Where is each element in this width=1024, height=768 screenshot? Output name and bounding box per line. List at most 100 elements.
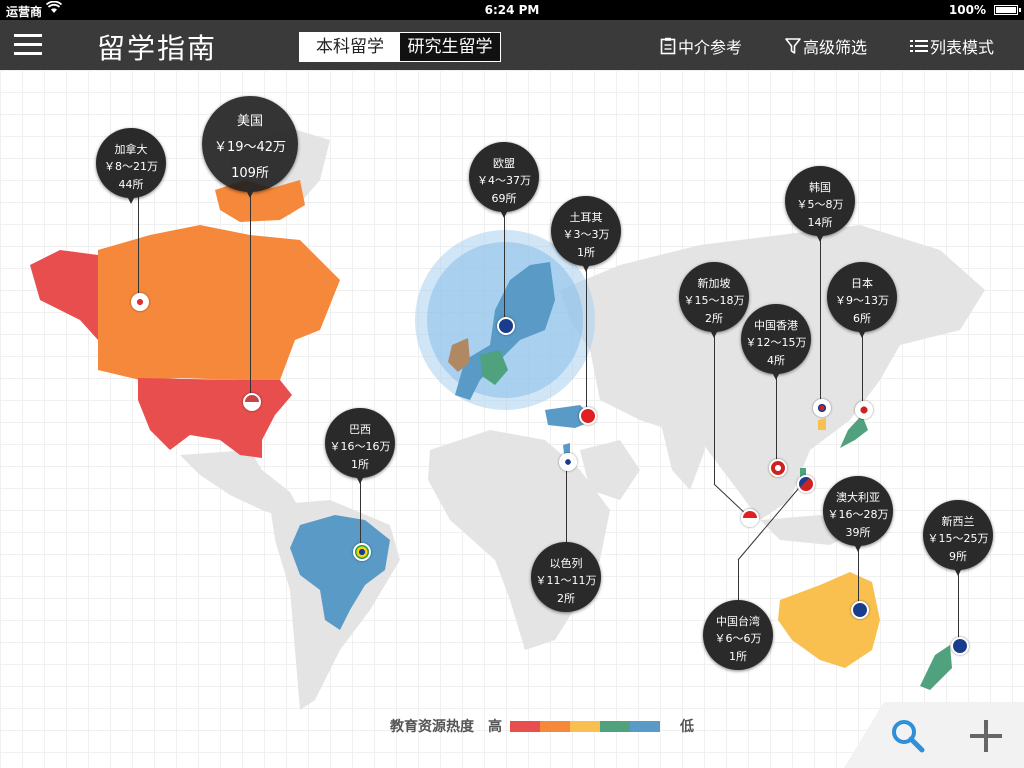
country-name: 巴西 bbox=[349, 423, 371, 436]
legend-swatch-1 bbox=[510, 720, 540, 732]
map-controls bbox=[844, 702, 1024, 768]
pin-tail bbox=[244, 186, 256, 198]
clock: 6:24 PM bbox=[484, 3, 540, 17]
school-count: 109所 bbox=[231, 166, 269, 181]
legend-low-label: 低 bbox=[680, 719, 694, 735]
tab-undergraduate[interactable]: 本科留学 bbox=[300, 33, 400, 61]
pin-canada[interactable]: 加拿大 ￥8～21万 44所 bbox=[96, 128, 166, 216]
search-icon[interactable] bbox=[890, 718, 926, 758]
pin-taiwan[interactable]: 中国台湾 ￥6～6万 1所 bbox=[703, 600, 773, 688]
canada-flag-icon[interactable] bbox=[131, 293, 149, 311]
price-range: ￥16～28万 bbox=[827, 508, 889, 521]
price-range: ￥8～21万 bbox=[104, 160, 158, 173]
pin-tail bbox=[708, 326, 720, 338]
price-range: ￥15～25万 bbox=[927, 532, 989, 545]
turkey-flag-icon[interactable] bbox=[579, 407, 597, 425]
pin-usa[interactable]: 美国 ￥19～42万 109所 bbox=[202, 96, 298, 198]
battery-percent: 100% bbox=[948, 3, 986, 17]
pin-hongkong[interactable]: 中国香港 ￥12～15万 4所 bbox=[741, 304, 811, 392]
legend-swatch-2 bbox=[540, 720, 570, 732]
battery-icon bbox=[994, 5, 1021, 15]
country-name: 欧盟 bbox=[493, 157, 515, 170]
legend-label: 教育资源热度 bbox=[390, 719, 474, 735]
pin-tail bbox=[852, 540, 864, 552]
agency-reference-label: 中介参考 bbox=[678, 38, 743, 57]
brazil-flag-icon[interactable] bbox=[353, 543, 371, 561]
legend-swatch-5 bbox=[630, 720, 660, 732]
pin-eu[interactable]: 欧盟 ￥4～37万 69所 bbox=[469, 142, 539, 230]
australia-flag-icon[interactable] bbox=[851, 601, 869, 619]
pin-newzealand[interactable]: 新西兰 ￥15～25万 9所 bbox=[923, 500, 993, 588]
japan-flag-icon[interactable] bbox=[855, 401, 873, 419]
korea-flag-icon[interactable] bbox=[813, 399, 831, 417]
plus-icon[interactable] bbox=[968, 718, 1004, 758]
clipboard-icon bbox=[660, 37, 676, 55]
pin-japan[interactable]: 日本 ￥9～13万 6所 bbox=[827, 262, 897, 350]
price-range: ￥12～15万 bbox=[745, 336, 807, 349]
page-title: 留学指南 bbox=[97, 32, 218, 65]
pin-australia[interactable]: 澳大利亚 ￥16～28万 39所 bbox=[823, 476, 893, 564]
taiwan-flag-icon[interactable] bbox=[797, 475, 815, 493]
world-map[interactable]: 加拿大 ￥8～21万 44所 美国 ￥19～42万 109所 欧盟 ￥4～37万… bbox=[0, 70, 1024, 768]
country-name: 新西兰 bbox=[941, 515, 975, 528]
pin-israel[interactable]: 以色列 ￥11～11万 2所 bbox=[531, 542, 601, 630]
pin-turkey[interactable]: 土耳其 ￥3～3万 1所 bbox=[551, 196, 621, 284]
filter-icon bbox=[785, 38, 801, 54]
pin-tail bbox=[125, 192, 137, 204]
country-name: 韩国 bbox=[809, 181, 831, 194]
country-name: 中国台湾 bbox=[716, 615, 760, 628]
price-range: ￥19～42万 bbox=[213, 140, 287, 155]
school-count: 9所 bbox=[949, 550, 967, 563]
list-mode-button[interactable]: 列表模式 bbox=[910, 34, 994, 58]
country-name: 澳大利亚 bbox=[836, 491, 880, 504]
school-count: 1所 bbox=[351, 458, 369, 471]
pin-tail bbox=[814, 230, 826, 242]
price-range: ￥15～18万 bbox=[683, 294, 745, 307]
singapore-flag-icon[interactable] bbox=[741, 509, 759, 527]
pin-tail bbox=[952, 564, 964, 576]
school-count: 39所 bbox=[845, 526, 871, 539]
country-name: 中国香港 bbox=[754, 319, 798, 332]
hongkong-flag-icon[interactable] bbox=[769, 459, 787, 477]
eu-flag-icon[interactable] bbox=[497, 317, 515, 335]
hamburger-icon[interactable] bbox=[14, 34, 42, 56]
country-name: 以色列 bbox=[549, 557, 583, 570]
school-count: 69所 bbox=[491, 192, 517, 205]
price-range: ￥11～11万 bbox=[535, 574, 597, 587]
tab-graduate[interactable]: 研究生留学 bbox=[400, 33, 500, 61]
advanced-filter-button[interactable]: 高级筛选 bbox=[785, 34, 867, 58]
israel-flag-icon[interactable] bbox=[559, 453, 577, 471]
pin-tail bbox=[856, 326, 868, 338]
newzealand-flag-icon[interactable] bbox=[951, 637, 969, 655]
legend-color-scale bbox=[510, 720, 660, 732]
school-count: 2所 bbox=[557, 592, 575, 605]
price-range: ￥9～13万 bbox=[835, 294, 889, 307]
pin-korea[interactable]: 韩国 ￥5～8万 14所 bbox=[785, 166, 855, 254]
list-icon bbox=[910, 40, 928, 52]
country-name: 日本 bbox=[851, 277, 873, 290]
degree-segmented-control: 本科留学 研究生留学 bbox=[299, 32, 501, 62]
heat-legend: 教育资源热度 高 低 bbox=[390, 716, 694, 736]
pin-tail bbox=[498, 206, 510, 218]
country-name: 美国 bbox=[236, 114, 263, 129]
navigation-bar: 留学指南 本科留学 研究生留学 中介参考 高级筛选 列表模式 bbox=[0, 20, 1024, 70]
price-range: ￥5～8万 bbox=[796, 198, 844, 211]
pin-brazil[interactable]: 巴西 ￥16～16万 1所 bbox=[325, 408, 395, 496]
school-count: 4所 bbox=[767, 354, 785, 367]
usa-flag-icon[interactable] bbox=[243, 393, 261, 411]
pin-tail bbox=[770, 368, 782, 380]
country-name: 新加坡 bbox=[697, 277, 731, 290]
school-count: 2所 bbox=[705, 312, 723, 325]
pin-singapore[interactable]: 新加坡 ￥15～18万 2所 bbox=[679, 262, 749, 350]
school-count: 1所 bbox=[729, 650, 747, 663]
list-mode-label: 列表模式 bbox=[930, 38, 995, 57]
status-bar: 运营商 6:24 PM 100% bbox=[0, 0, 1024, 20]
school-count: 6所 bbox=[853, 312, 871, 325]
country-name: 加拿大 bbox=[114, 143, 148, 156]
price-range: ￥16～16万 bbox=[329, 440, 391, 453]
agency-reference-button[interactable]: 中介参考 bbox=[660, 34, 742, 58]
price-range: ￥4～37万 bbox=[477, 174, 531, 187]
school-count: 14所 bbox=[807, 216, 833, 229]
legend-swatch-4 bbox=[600, 720, 630, 732]
price-range: ￥6～6万 bbox=[714, 632, 762, 645]
